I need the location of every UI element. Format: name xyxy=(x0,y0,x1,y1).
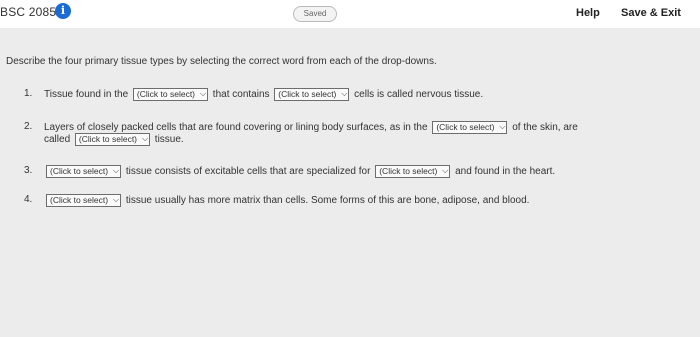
question-2: 2. Layers of closely packed cells that a… xyxy=(24,121,694,147)
dropdown-select[interactable]: (Click to select) ⌵ xyxy=(432,121,508,134)
dropdown-select[interactable]: (Click to select) ⌵ xyxy=(74,133,151,146)
chevron-down-icon: ⌵ xyxy=(113,166,120,175)
instruction-text: Describe the four primary tissue types b… xyxy=(6,56,437,67)
chevron-down-icon: ⌵ xyxy=(499,122,506,131)
dropdown-select[interactable]: (Click to select) ⌵ xyxy=(46,165,122,178)
question-text: cells is called nervous tissue. xyxy=(354,89,484,101)
question-text: tissue consists of excitable cells that … xyxy=(125,166,371,178)
question-number: 4. xyxy=(24,194,33,205)
question-number: 1. xyxy=(24,88,33,99)
question-text: tissue usually has more matrix than cell… xyxy=(125,195,530,207)
chevron-down-icon: ⌵ xyxy=(113,195,120,204)
question-number: 2. xyxy=(24,121,33,132)
chevron-down-icon: ⌵ xyxy=(442,166,449,175)
saved-status-badge: Saved xyxy=(293,6,337,22)
chevron-down-icon: ⌵ xyxy=(199,89,207,98)
question-text: tissue. xyxy=(154,134,184,146)
question-area: Describe the four primary tissue types b… xyxy=(0,28,700,337)
info-icon[interactable]: i xyxy=(55,3,71,19)
question-text: Layers of closely packed cells that are … xyxy=(44,122,428,134)
question-4: 4. (Click to select) ⌵ tissue usually has… xyxy=(24,194,684,208)
dropdown-select[interactable]: (Click to select) ⌵ xyxy=(46,194,122,207)
question-text: called xyxy=(44,134,71,146)
help-button[interactable]: Help xyxy=(576,7,600,19)
dropdown-select[interactable]: (Click to select) ⌵ xyxy=(274,88,350,101)
question-text: and found in the heart. xyxy=(455,166,556,178)
question-number: 3. xyxy=(24,165,33,176)
dropdown-select[interactable]: (Click to select) ⌵ xyxy=(132,88,209,101)
question-text: Tissue found in the xyxy=(44,89,129,101)
save-and-exit-button[interactable]: Save & Exit xyxy=(621,7,681,19)
chevron-down-icon: ⌵ xyxy=(141,134,149,143)
top-bar: BSC 2085 i Saved Help Save & Exit xyxy=(0,0,700,29)
question-text: that contains xyxy=(212,89,270,101)
question-text: of the skin, are xyxy=(512,122,578,134)
course-title: BSC 2085 xyxy=(0,5,57,19)
question-1: 1. Tissue found in the (Click to select)… xyxy=(24,88,684,102)
question-3: 3. (Click to select) ⌵ tissue consists of… xyxy=(24,165,684,179)
chevron-down-icon: ⌵ xyxy=(341,89,348,98)
dropdown-select[interactable]: (Click to select) ⌵ xyxy=(375,165,451,178)
